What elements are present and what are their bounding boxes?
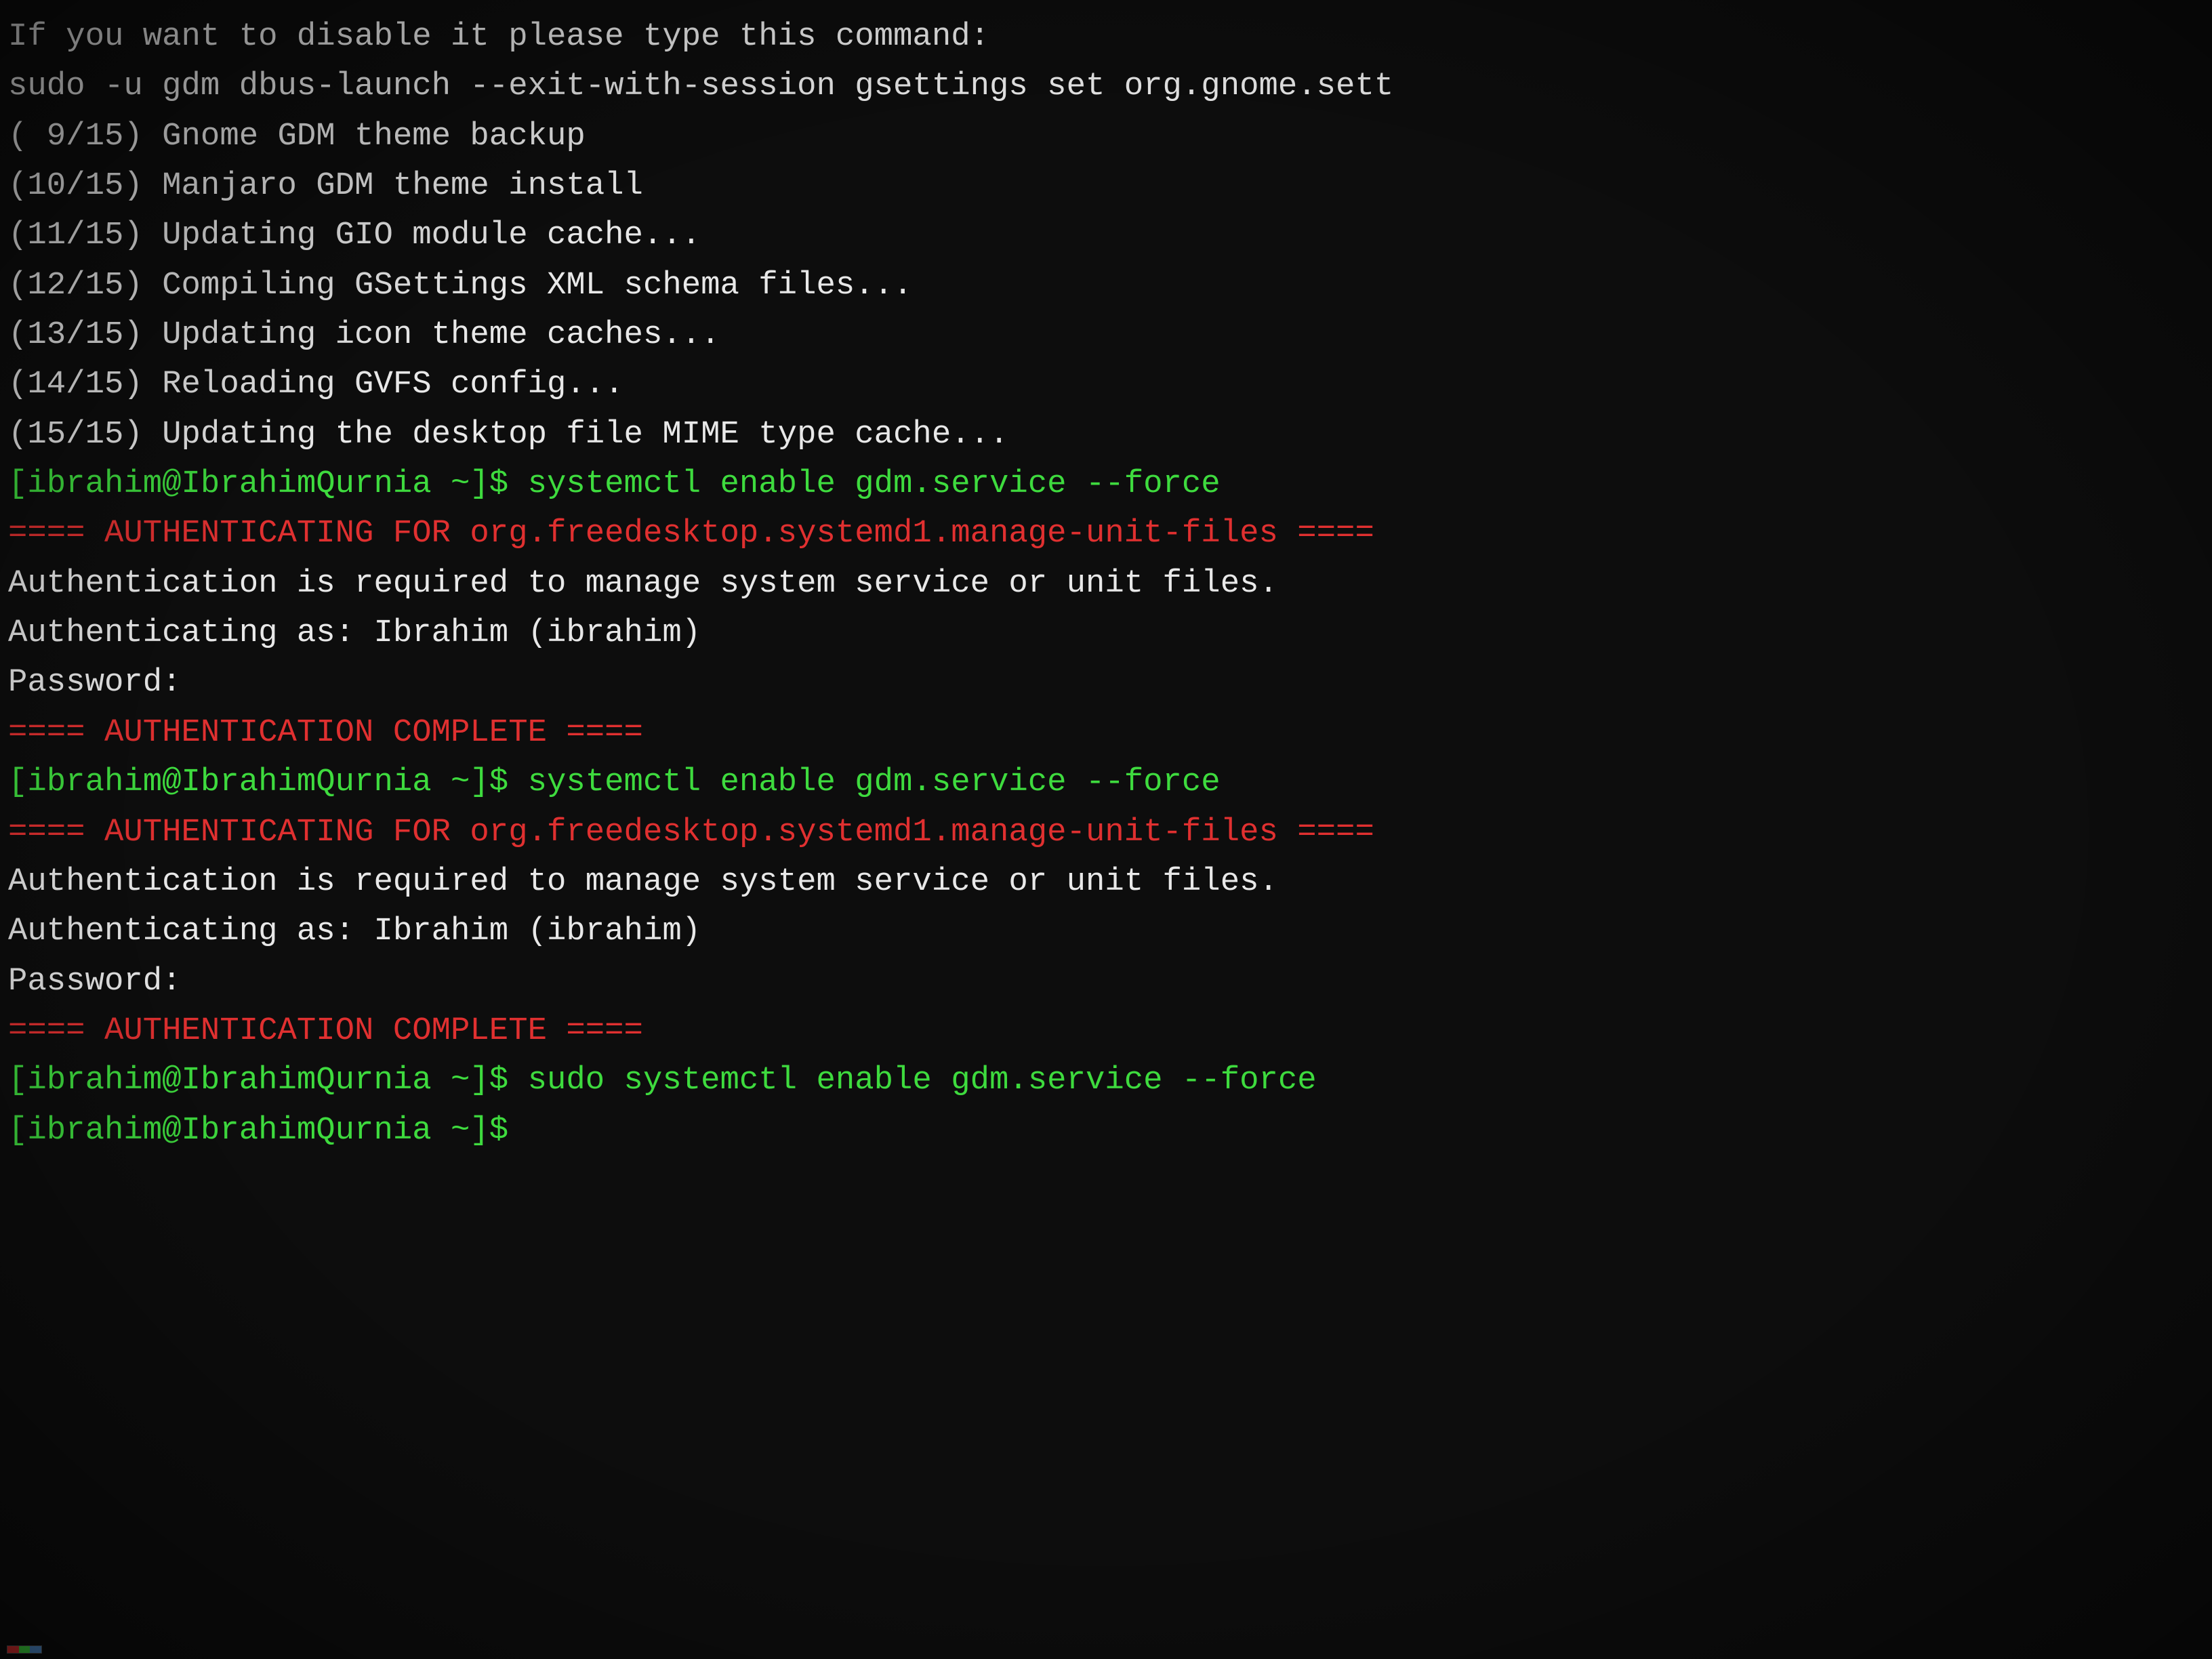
terminal-line-line22: Password:: [8, 957, 2204, 1006]
terminal-line-line13: ==== AUTHENTICATING FOR org.freedesktop.…: [8, 509, 2204, 558]
terminal-line-line6: (10/15) Manjaro GDM theme install: [8, 161, 2204, 211]
terminal-line-line23: ==== AUTHENTICATION COMPLETE ====: [8, 1006, 2204, 1056]
terminal-line-line1: If you want to disable it please type th…: [8, 12, 2204, 62]
terminal-screen: If you want to disable it please type th…: [0, 0, 2212, 1659]
terminal-line-line14: Authentication is required to manage sys…: [8, 559, 2204, 609]
terminal-line-line3: sudo -u gdm dbus-launch --exit-with-sess…: [8, 62, 2204, 111]
terminal-output: If you want to disable it please type th…: [8, 12, 2204, 1155]
terminal-bottom-bar: [7, 1645, 42, 1654]
terminal-line-line10: (14/15) Reloading GVFS config...: [8, 360, 2204, 409]
color-segment-blue: [30, 1646, 41, 1653]
color-bar: [7, 1645, 42, 1654]
terminal-line-line16: Password:: [8, 658, 2204, 708]
terminal-line-line5: ( 9/15) Gnome GDM theme backup: [8, 112, 2204, 161]
color-segment-red: [7, 1646, 19, 1653]
terminal-line-line8: (12/15) Compiling GSettings XML schema f…: [8, 261, 2204, 310]
terminal-line-line18: [ibrahim@IbrahimQurnia ~]$ systemctl ena…: [8, 758, 2204, 807]
terminal-line-line17: ==== AUTHENTICATION COMPLETE ====: [8, 708, 2204, 758]
terminal-line-line7: (11/15) Updating GIO module cache...: [8, 211, 2204, 260]
terminal-line-line11: (15/15) Updating the desktop file MIME t…: [8, 410, 2204, 459]
terminal-line-line12: [ibrahim@IbrahimQurnia ~]$ systemctl ena…: [8, 459, 2204, 509]
terminal-line-line9: (13/15) Updating icon theme caches...: [8, 310, 2204, 360]
terminal-line-line20: Authentication is required to manage sys…: [8, 857, 2204, 907]
color-segment-green: [19, 1646, 30, 1653]
terminal-line-line24: [ibrahim@IbrahimQurnia ~]$ sudo systemct…: [8, 1056, 2204, 1105]
terminal-line-line25: [ibrahim@IbrahimQurnia ~]$: [8, 1106, 2204, 1155]
terminal-line-line21: Authenticating as: Ibrahim (ibrahim): [8, 907, 2204, 956]
terminal-line-line19: ==== AUTHENTICATING FOR org.freedesktop.…: [8, 808, 2204, 857]
terminal-line-line15: Authenticating as: Ibrahim (ibrahim): [8, 609, 2204, 658]
